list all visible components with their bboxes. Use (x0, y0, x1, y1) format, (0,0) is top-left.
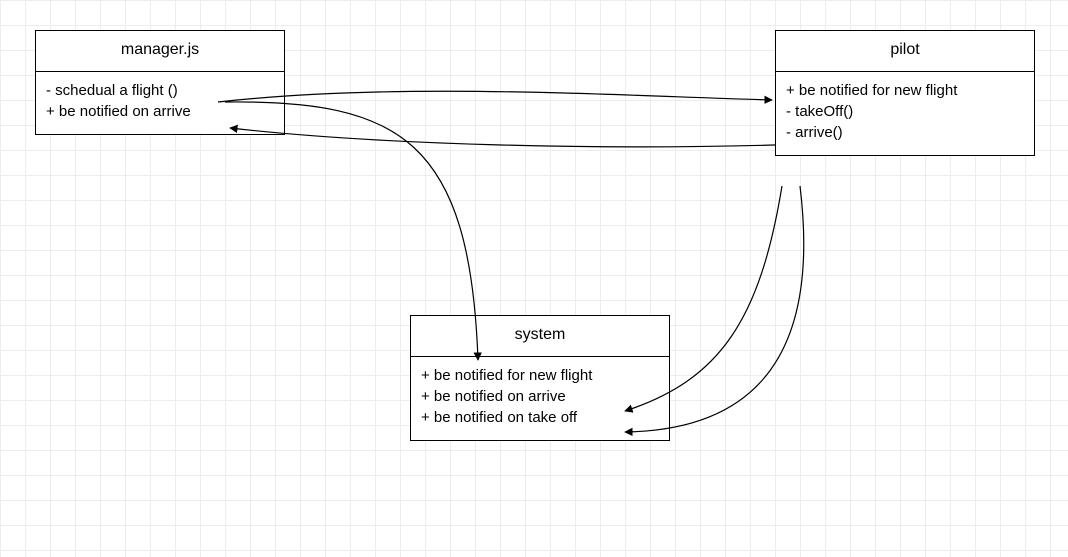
edge-pilot-arrive-to-manager-notify (230, 128, 775, 147)
edge-manager-schedule-to-pilot-notify (218, 91, 772, 102)
diagram-canvas: manager.js - schedual a flight () + be n… (0, 0, 1068, 557)
class-member: + be notified on arrive (46, 101, 274, 122)
class-member: + be notified on arrive (421, 386, 659, 407)
class-title-manager: manager.js (36, 31, 284, 72)
class-box-system: system + be notified for new flight + be… (410, 315, 670, 441)
class-body-pilot: + be notified for new flight - takeOff()… (776, 72, 1034, 155)
class-title-pilot: pilot (776, 31, 1034, 72)
class-member: + be notified for new flight (421, 365, 659, 386)
class-box-pilot: pilot + be notified for new flight - tak… (775, 30, 1035, 156)
class-member: - takeOff() (786, 101, 1024, 122)
class-member: - schedual a flight () (46, 80, 274, 101)
class-body-system: + be notified for new flight + be notifi… (411, 357, 669, 440)
class-body-manager: - schedual a flight () + be notified on … (36, 72, 284, 134)
class-member: - arrive() (786, 122, 1024, 143)
class-title-system: system (411, 316, 669, 357)
class-member: + be notified on take off (421, 407, 659, 428)
class-member: + be notified for new flight (786, 80, 1024, 101)
class-box-manager: manager.js - schedual a flight () + be n… (35, 30, 285, 135)
